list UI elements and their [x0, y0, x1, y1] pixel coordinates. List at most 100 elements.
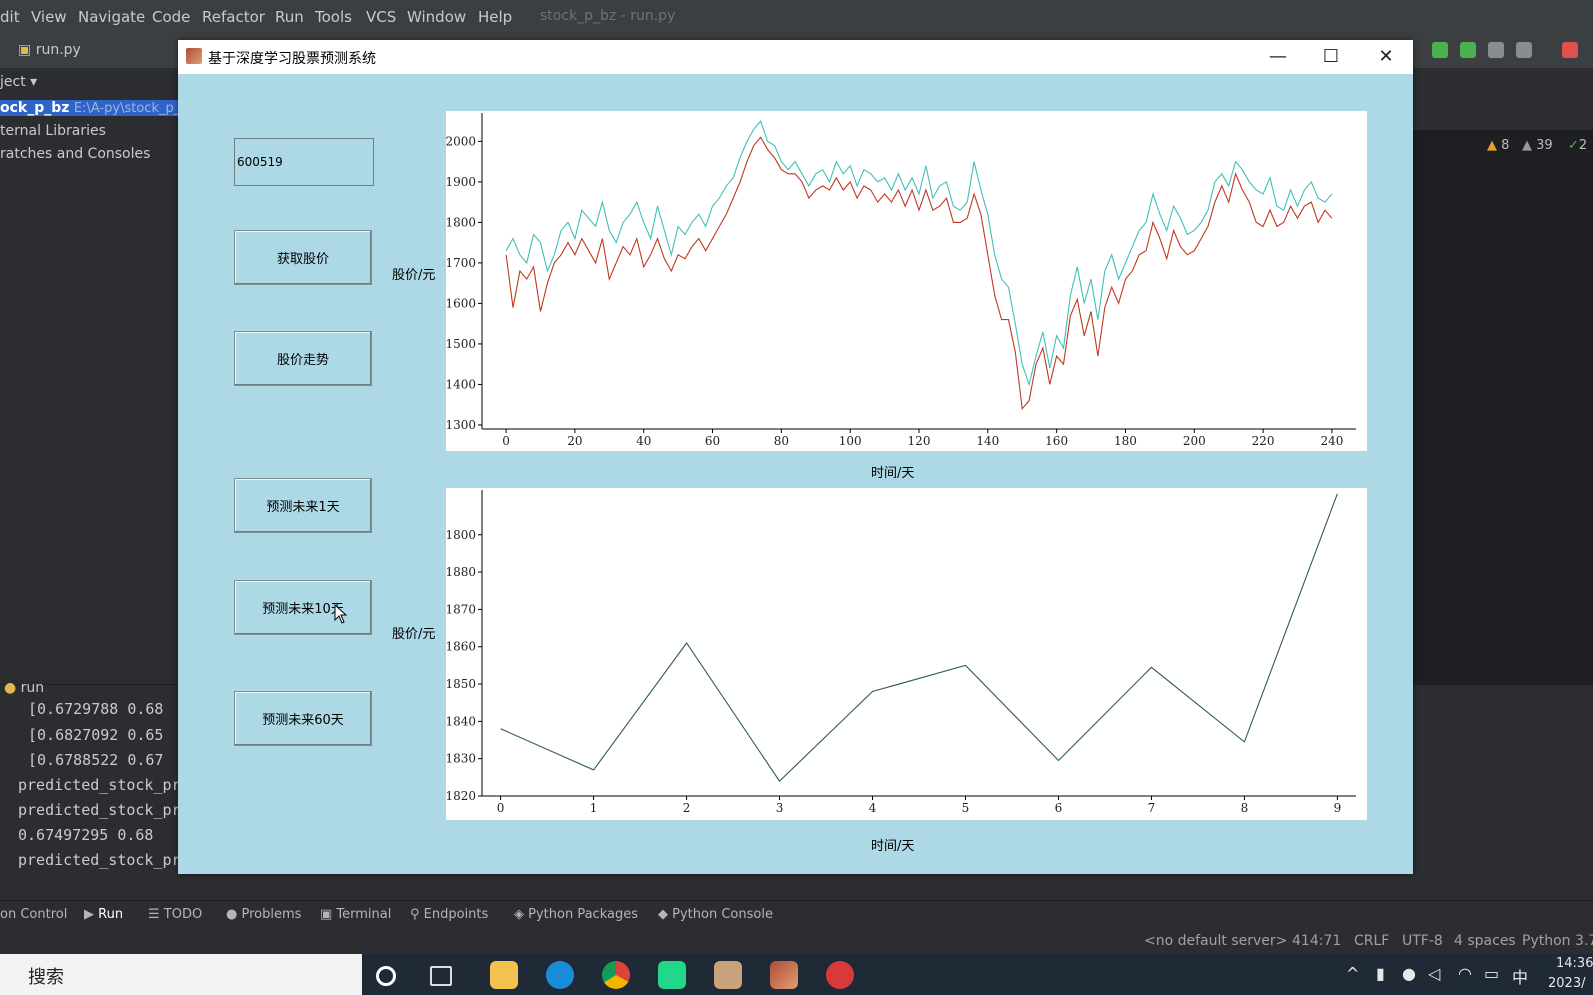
stock-code-input[interactable] [234, 138, 374, 186]
menu-vcs[interactable]: VCS [366, 8, 396, 26]
tool-version-control[interactable]: on Control [0, 907, 67, 922]
warning-icon[interactable]: ▲ 8 [1487, 138, 1509, 153]
chevron-up-icon[interactable]: ^ [1346, 964, 1359, 983]
console-line: predicted_stock_pr [18, 851, 181, 869]
microphone-icon[interactable]: ▮ [1376, 964, 1385, 983]
chevron-down-icon: ▾ [30, 74, 38, 90]
cortana-icon[interactable] [376, 966, 396, 986]
y-tick-label: 2000 [446, 134, 476, 148]
ok-count: 2 [1578, 138, 1588, 153]
tool-endpoints-label: Endpoints [423, 907, 489, 922]
run-tab[interactable]: ● run [4, 680, 44, 696]
recorder-icon[interactable] [826, 961, 854, 989]
close-button[interactable]: ✕ [1363, 44, 1409, 70]
edge-icon[interactable] [546, 961, 574, 989]
tool-terminal-label: Terminal [336, 907, 392, 922]
debug-icon[interactable] [1460, 42, 1476, 58]
y-tick-label: 1800 [446, 528, 476, 542]
clock-time[interactable]: 14:36 [1556, 956, 1593, 971]
price-trend-button[interactable]: 股价走势 [234, 331, 372, 386]
bottom-chart-xlabel: 时间/天 [871, 839, 915, 854]
code-editor[interactable] [1390, 130, 1593, 690]
series-line [505, 120, 1333, 387]
y-tick-label: 1400 [446, 377, 476, 391]
python-file-icon: ▣ [18, 42, 36, 58]
file-explorer-icon[interactable] [490, 961, 518, 989]
maximize-button[interactable]: ☐ [1308, 44, 1354, 70]
menu-code[interactable]: Code [152, 8, 190, 26]
tool-python-console[interactable]: ◆ Python Console [658, 907, 773, 922]
stop-icon[interactable] [1562, 42, 1578, 58]
project-root-item[interactable]: ock_p_bz E:\A-py\stock_p_ [0, 100, 191, 116]
menu-view[interactable]: View [31, 8, 67, 26]
wifi-icon[interactable]: ◠ [1458, 964, 1472, 983]
stock-app-task-icon[interactable] [770, 961, 798, 989]
profile-icon[interactable] [1516, 42, 1532, 58]
status-server[interactable]: <no default server> [1144, 933, 1287, 949]
tool-python-packages[interactable]: ◈ Python Packages [514, 907, 638, 922]
editor-tab-run-py[interactable]: ▣ run.py [18, 42, 81, 58]
task-view-icon[interactable] [430, 966, 452, 986]
tool-terminal[interactable]: ▣ Terminal [320, 907, 391, 922]
status-interpreter[interactable]: Python 3.7 [1522, 933, 1593, 949]
console-line: [0.6729788 0.68 [28, 700, 164, 718]
get-price-button[interactable]: 获取股价 [234, 230, 372, 285]
menu-navigate[interactable]: Navigate [78, 8, 145, 26]
menu-refactor[interactable]: Refactor [202, 8, 265, 26]
tool-problems[interactable]: ● Problems [226, 907, 301, 922]
project-header[interactable]: ject ▾ [0, 74, 37, 90]
ime-indicator[interactable]: 中 [1512, 964, 1528, 988]
tool-endpoints[interactable]: ⚲ Endpoints [410, 907, 488, 922]
menu-window[interactable]: Window [407, 8, 466, 26]
status-position[interactable]: 414:71 [1292, 933, 1341, 949]
check-icon[interactable]: ✓2 [1568, 138, 1587, 153]
scratches-item[interactable]: ratches and Consoles [0, 146, 150, 162]
y-tick-label: 1820 [446, 789, 476, 803]
pycharm-icon[interactable] [658, 961, 686, 989]
status-line-sep[interactable]: CRLF [1354, 933, 1389, 949]
warning-count: 8 [1501, 138, 1510, 153]
status-encoding[interactable]: UTF-8 [1402, 933, 1443, 949]
series-line [505, 136, 1333, 411]
top-chart-xlabel: 时间/天 [871, 466, 915, 481]
x-tick-label: 6 [1055, 801, 1063, 815]
console-line: predicted_stock_pr [18, 776, 181, 794]
taskbar-search-box[interactable]: 搜索 [0, 954, 362, 995]
info-icon: ● [226, 907, 242, 922]
status-indent[interactable]: 4 spaces [1454, 933, 1516, 949]
external-libraries-item[interactable]: ternal Libraries [0, 123, 106, 139]
menu-tools[interactable]: Tools [315, 8, 352, 26]
tool-python-console-label: Python Console [672, 907, 773, 922]
minimize-button[interactable]: — [1255, 44, 1301, 70]
menu-run[interactable]: Run [275, 8, 304, 26]
x-tick-label: 140 [976, 434, 999, 448]
menu-help[interactable]: Help [478, 8, 512, 26]
coverage-icon[interactable] [1488, 42, 1504, 58]
weak-warning-icon[interactable]: ▲ 39 [1522, 138, 1553, 153]
predict-60-days-button[interactable]: 预测未来60天 [234, 691, 372, 746]
tool-run[interactable]: ▶ Run [84, 907, 123, 922]
y-tick-label: 1500 [446, 337, 476, 351]
volume-icon[interactable]: ◁ [1428, 964, 1440, 983]
project-panel: ject ▾ ock_p_bz E:\A-py\stock_p_ ternal … [0, 68, 191, 688]
taskbar-search-label: 搜索 [28, 967, 64, 988]
y-tick-label: 1860 [446, 640, 476, 654]
x-tick-label: 160 [1045, 434, 1068, 448]
tool-todo[interactable]: ☰ TODO [148, 907, 202, 922]
predict-1-day-button[interactable]: 预测未来1天 [234, 478, 372, 533]
rerun-icon[interactable] [1432, 42, 1448, 58]
x-tick-label: 60 [705, 434, 720, 448]
menu-edit[interactable]: dit [0, 8, 20, 26]
qq-icon[interactable]: ● [1402, 964, 1416, 983]
predict-10-days-button[interactable]: 预测未来10天 [234, 580, 372, 635]
chrome-icon[interactable] [602, 961, 630, 989]
battery-icon[interactable]: ▭ [1484, 964, 1499, 983]
console-line: [0.6788522 0.67 [28, 751, 164, 769]
app-title-bar[interactable]: 基于深度学习股票预测系统 — ☐ ✕ [178, 40, 1413, 74]
price-history-chart: 1300 1400 1500 1600 1700 1800 1900 2000 0 20 40 60 8… [445, 113, 1356, 448]
top-chart-ylabel: 股价/元 [392, 268, 436, 283]
app-title: 基于深度学习股票预测系统 [208, 51, 376, 67]
clock-date[interactable]: 2023/ [1548, 976, 1585, 991]
app-icon[interactable] [714, 961, 742, 989]
price-forecast-chart: 1820 1830 1840 1850 1860 1870 1880 1800 0 1 2 3 4 5 6 7… [445, 490, 1356, 815]
